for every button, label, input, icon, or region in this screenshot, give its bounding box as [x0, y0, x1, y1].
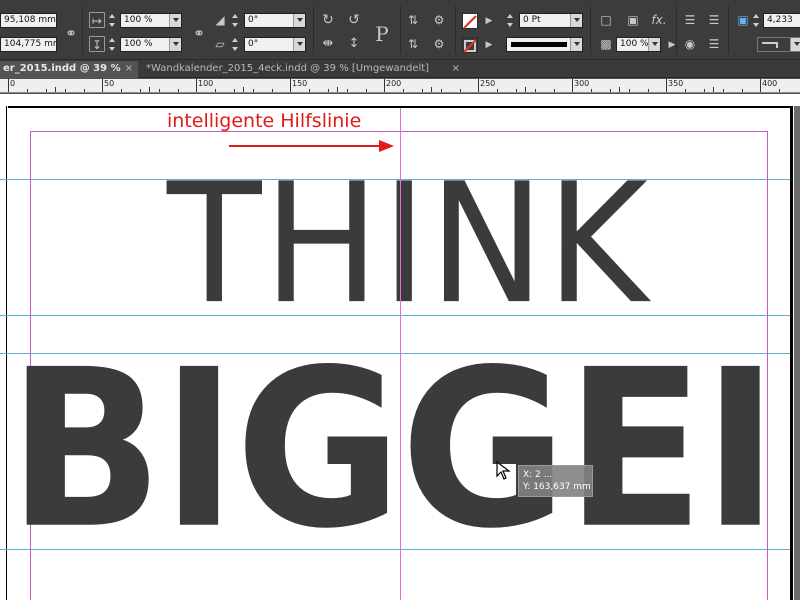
shadow-frame-icon[interactable]: ▣ — [625, 12, 641, 28]
effects-fx-icon[interactable]: fx. — [649, 12, 669, 28]
smart-guide-line — [400, 108, 401, 600]
document-canvas[interactable]: THINK BIGGEI intelligente Hilfslinie X: … — [0, 94, 800, 600]
shear-angle-icon: ▱ — [215, 37, 225, 51]
ruler-label: 200 — [386, 79, 402, 88]
corner-shape-field[interactable] — [757, 37, 800, 52]
chain-link-icon[interactable]: ⚭ — [63, 26, 79, 42]
tab-document-2[interactable]: *Wandkalender_2015_4eck.indd @ 39 % [Umg… — [143, 61, 465, 78]
text-wrap-jump-icon[interactable]: ☰ — [706, 36, 722, 52]
frame-fitting-icon[interactable]: ▣ — [735, 12, 751, 28]
fill-dropdown-arrow-icon[interactable]: ▶ — [481, 13, 497, 29]
ruler-label: 250 — [480, 79, 496, 88]
select-next-icon[interactable]: ⚙ — [431, 12, 447, 28]
transparency-checker-icon: ▩ — [600, 37, 612, 51]
scale-y-field[interactable]: 100 % — [120, 37, 182, 52]
stroke-none-icon[interactable] — [462, 37, 478, 53]
separator — [400, 6, 401, 54]
ruler-label: 50 — [104, 79, 115, 88]
tab-label: er_2015.indd @ 39 % — [3, 63, 121, 74]
headline-bigger[interactable]: BIGGEI — [8, 341, 778, 559]
page-shadow — [794, 106, 800, 600]
close-icon[interactable]: × — [452, 61, 460, 77]
tooltip-x-value: X: 2 ... — [523, 470, 553, 480]
text-wrap-none-icon[interactable]: ☰ — [682, 12, 698, 28]
flip-vertical-icon[interactable]: ↕ — [346, 36, 362, 52]
scale-y-icon: ↧ — [89, 36, 105, 52]
fitting-stepper[interactable] — [752, 13, 761, 28]
separator — [728, 6, 729, 54]
headline-think[interactable]: THINK — [167, 162, 650, 328]
drop-shadow-icon[interactable]: □ — [598, 12, 614, 28]
flip-horizontal-icon[interactable]: ⇼ — [320, 36, 336, 52]
ruler-label: 100 — [198, 79, 214, 88]
stroke-type-field[interactable] — [506, 37, 583, 52]
rotate-cw-icon[interactable]: ↻ — [320, 12, 336, 28]
ruler-label: 300 — [574, 79, 590, 88]
opacity-field[interactable]: 100 % — [616, 37, 661, 52]
close-icon[interactable]: × — [125, 61, 133, 77]
margin-guide-top — [30, 131, 768, 132]
document-tab-bar: er_2015.indd @ 39 % × *Wandkalender_2015… — [0, 60, 800, 78]
arrow-head-icon — [379, 140, 394, 152]
ruler-label: 400 — [762, 79, 778, 88]
indesign-window: 95,108 mm 104,775 mm ⚭ ↦ 100 % ↧ 100 % ⚭… — [0, 0, 800, 600]
tooltip-y-value: Y: 163,637 mm — [523, 482, 591, 492]
text-wrap-shape-icon[interactable]: ◉ — [682, 36, 698, 52]
select-previous-icon[interactable]: ⚙ — [431, 36, 447, 52]
rotate-ccw-icon[interactable]: ↺ — [346, 12, 362, 28]
page-edge-right — [790, 106, 793, 600]
select-container-icon[interactable]: ⇅ — [405, 12, 421, 28]
rotation-angle-icon: ◢ — [215, 13, 225, 27]
text-wrap-bbox-icon[interactable]: ☰ — [706, 12, 722, 28]
scale-x-field[interactable]: 100 % — [120, 13, 182, 28]
mouse-pointer-icon — [496, 461, 511, 480]
fitting-value-field[interactable]: 4,233 — [763, 13, 800, 28]
select-content-icon[interactable]: ⇅ — [405, 36, 421, 52]
horizontal-ruler[interactable]: 0 50 100 150 200 250 300 350 400 — [0, 79, 800, 93]
control-panel: 95,108 mm 104,775 mm ⚭ ↦ 100 % ↧ 100 % ⚭… — [0, 0, 800, 60]
scale-x-stepper[interactable] — [108, 13, 117, 28]
separator — [313, 6, 314, 54]
ruler-label: 0 — [10, 79, 16, 88]
shear-stepper[interactable] — [231, 37, 240, 52]
y-position-field[interactable]: 104,775 mm — [0, 37, 57, 52]
stroke-weight-stepper[interactable] — [506, 13, 515, 28]
constrain-proportions-icon[interactable]: ⚭ — [191, 26, 207, 42]
x-position-field[interactable]: 95,108 mm — [0, 13, 57, 28]
separator — [82, 6, 83, 54]
position-tooltip: X: 2 ... Y: 163,637 mm — [518, 465, 593, 497]
ruler-label: 350 — [668, 79, 684, 88]
annotation-label: intelligente Hilfslinie — [167, 110, 362, 132]
shear-field[interactable]: 0° — [244, 37, 306, 52]
tab-label: *Wandkalender_2015_4eck.indd @ 39 % [Umg… — [146, 63, 430, 74]
scale-y-stepper[interactable] — [108, 37, 117, 52]
separator — [590, 6, 591, 54]
scale-x-icon: ↦ — [89, 12, 105, 28]
ruler-label: 150 — [292, 79, 308, 88]
opacity-arrow-icon[interactable]: ▶ — [664, 37, 680, 53]
separator — [455, 6, 456, 54]
stroke-weight-field[interactable]: 0 Pt — [519, 13, 583, 28]
tab-document-1[interactable]: er_2015.indd @ 39 % × — [0, 61, 138, 78]
annotation-arrow — [229, 145, 381, 147]
stroke-dropdown-arrow-icon[interactable]: ▶ — [481, 37, 497, 53]
rotation-stepper[interactable] — [231, 13, 240, 28]
text-frame-p-icon[interactable]: P — [370, 22, 394, 46]
rotation-field[interactable]: 0° — [244, 13, 306, 28]
fill-none-icon[interactable] — [462, 13, 478, 29]
separator — [676, 6, 677, 54]
